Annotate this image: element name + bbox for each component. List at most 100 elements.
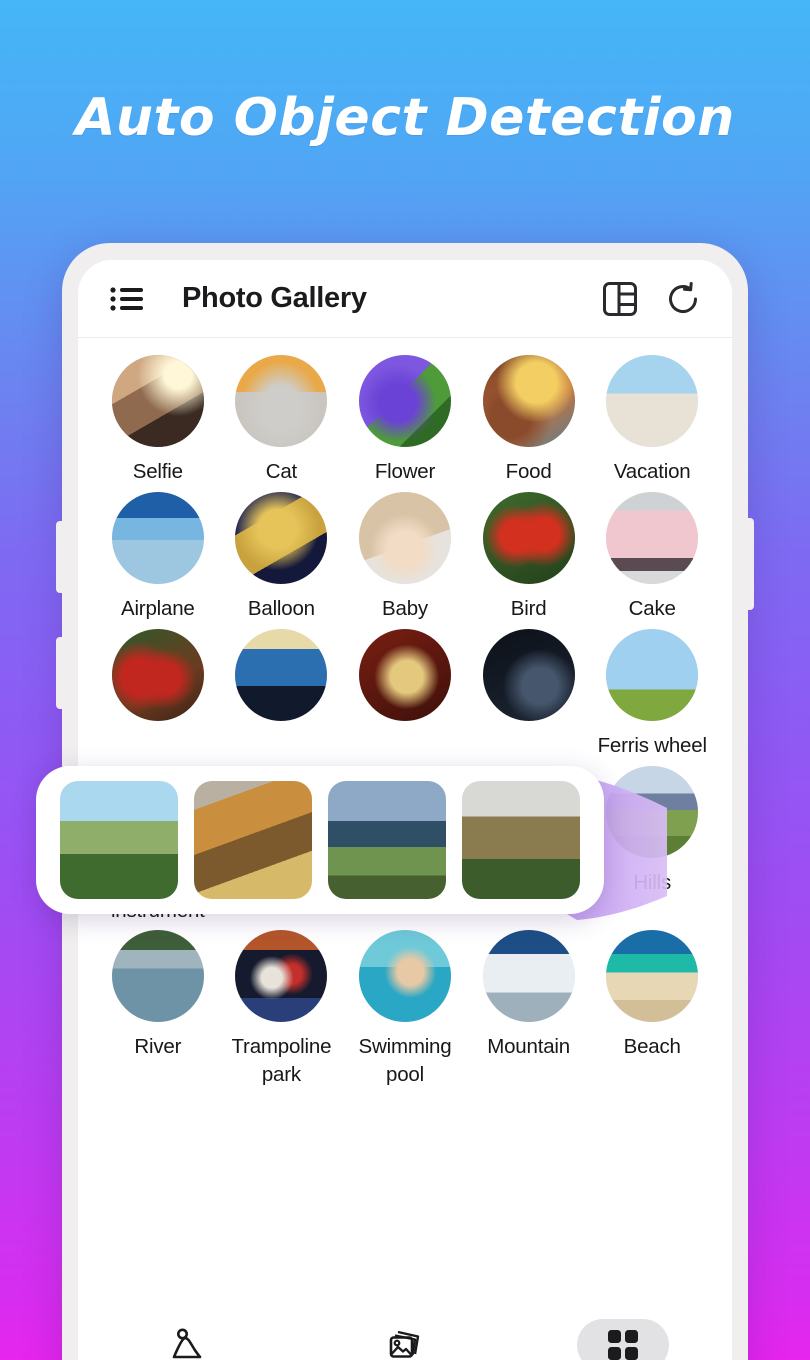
category-item[interactable] (343, 628, 467, 760)
albums-stack-icon (359, 1319, 451, 1360)
category-image (235, 491, 328, 584)
callout-thumbnail[interactable] (328, 781, 446, 899)
category-item[interactable]: Trampoline park (220, 930, 344, 1089)
category-thumbnail (606, 930, 699, 1023)
app-title: Photo Gallery (182, 282, 367, 314)
category-item[interactable]: Airplane (96, 491, 220, 623)
category-image (358, 355, 451, 447)
layout-grid-icon[interactable] (602, 281, 638, 317)
callout-thumbnail-image (60, 781, 178, 899)
category-image (606, 765, 699, 858)
nav-item-classify[interactable]: Classify (514, 1319, 732, 1360)
category-thumbnail (606, 355, 699, 447)
category-label: Cake (628, 596, 676, 620)
category-thumbnail (111, 355, 204, 447)
category-label: Hills (633, 870, 672, 894)
category-image (482, 355, 575, 447)
category-item[interactable]: Swimming pool (343, 930, 467, 1089)
category-thumbnail (235, 355, 328, 447)
category-item[interactable]: Food (467, 355, 591, 486)
category-label: Trampoline park (231, 1035, 332, 1087)
category-item[interactable]: River (96, 930, 220, 1089)
category-thumbnail (111, 491, 204, 584)
category-image (482, 628, 575, 721)
category-label: Airplane (120, 596, 195, 620)
callout-thumbnail-image (194, 781, 312, 899)
category-label: Selfie (132, 460, 183, 483)
nav-item-photos[interactable]: Photos (78, 1319, 296, 1360)
category-item[interactable]: Beach (590, 930, 714, 1089)
category-item[interactable]: Balloon (220, 491, 344, 623)
category-label: Beach (623, 1035, 681, 1059)
classify-grid-icon (577, 1319, 669, 1360)
photos-mountain-icon (141, 1319, 233, 1360)
callout-thumbnail-image (328, 781, 446, 899)
category-item[interactable]: Bird (467, 491, 591, 623)
category-item[interactable]: Baby (343, 491, 467, 623)
category-image (358, 491, 451, 584)
page-title: Auto Object Detection (75, 88, 735, 148)
category-item[interactable]: Cat (220, 355, 344, 486)
volume-down-button[interactable] (56, 637, 64, 709)
category-image (235, 930, 328, 1023)
category-thumbnail (358, 628, 451, 721)
category-thumbnail (482, 491, 575, 584)
refresh-rotate-icon[interactable] (664, 280, 702, 318)
callout-thumbnail[interactable] (60, 781, 178, 899)
category-label: Bird (510, 596, 547, 620)
nav-item-albums[interactable]: Albums (296, 1319, 514, 1360)
category-thumbnail (358, 930, 451, 1023)
category-image (358, 930, 451, 1023)
category-item[interactable] (220, 628, 344, 760)
category-item[interactable]: Mountain (467, 930, 591, 1089)
category-label: Vacation (613, 460, 691, 483)
category-label: River (134, 1035, 182, 1059)
detection-preview-card (36, 766, 604, 914)
category-image (111, 355, 204, 447)
category-thumbnail (482, 930, 575, 1023)
category-label: Flower (374, 460, 436, 483)
category-image (358, 628, 451, 721)
category-thumbnail (358, 491, 451, 584)
category-image (111, 491, 204, 584)
category-thumbnail (482, 355, 575, 447)
category-item[interactable] (96, 628, 220, 760)
category-thumbnail (235, 628, 328, 721)
power-button[interactable] (746, 518, 754, 610)
callout-thumbnail-image (462, 781, 580, 899)
category-item[interactable] (467, 628, 591, 760)
category-label: Balloon (247, 596, 315, 620)
category-thumbnail (606, 765, 699, 858)
category-thumbnail (111, 930, 204, 1023)
category-label: Ferris wheel (597, 733, 707, 757)
category-item[interactable]: Flower (343, 355, 467, 486)
category-image (111, 628, 204, 721)
callout-thumbnail[interactable] (462, 781, 580, 899)
category-thumbnail (358, 355, 451, 447)
category-image (606, 628, 699, 721)
category-label: Baby (382, 596, 428, 620)
list-menu-icon[interactable] (110, 286, 144, 312)
category-image (482, 491, 575, 584)
category-thumbnail (606, 628, 699, 721)
category-item[interactable]: Hills (590, 765, 714, 925)
category-image (235, 628, 328, 721)
callout-thumbnail[interactable] (194, 781, 312, 899)
category-label: Mountain (487, 1035, 570, 1059)
category-item[interactable]: Vacation (590, 355, 714, 486)
category-label: Cat (265, 460, 298, 483)
category-item[interactable]: Selfie (96, 355, 220, 486)
app-header: Photo Gallery (78, 260, 732, 338)
volume-up-button[interactable] (56, 521, 64, 593)
category-thumbnail (111, 628, 204, 721)
category-thumbnail (235, 930, 328, 1023)
category-item[interactable]: Ferris wheel (590, 628, 714, 760)
category-item[interactable]: Cake (590, 491, 714, 623)
category-thumbnail (235, 491, 328, 584)
category-image (606, 930, 699, 1023)
category-image (482, 930, 575, 1023)
category-label: Swimming pool (358, 1035, 452, 1087)
category-label: Food (505, 460, 552, 483)
category-thumbnail (482, 628, 575, 721)
category-image (606, 491, 699, 584)
